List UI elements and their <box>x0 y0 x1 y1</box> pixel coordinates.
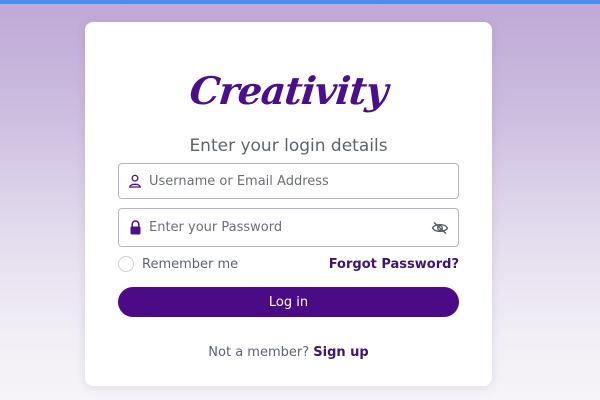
signup-prompt: Not a member? <box>208 345 310 360</box>
eye-slash-icon[interactable] <box>422 209 458 246</box>
page-subtitle: Enter your login details <box>189 136 388 156</box>
remember-me-radio[interactable] <box>118 256 134 272</box>
remember-me-label: Remember me <box>142 256 239 272</box>
username-input[interactable] <box>149 164 458 198</box>
top-accent-bar <box>0 0 600 4</box>
forgot-password-link[interactable]: Forgot Password? <box>329 257 459 272</box>
signup-link[interactable]: Sign up <box>313 345 368 360</box>
password-field[interactable] <box>118 208 459 247</box>
brand-logo: Creativity <box>187 68 390 113</box>
signup-line: Not a member? Sign up <box>85 345 492 360</box>
user-icon <box>119 164 149 198</box>
login-card: Creativity Enter your login details User… <box>85 22 492 386</box>
lock-icon <box>119 209 149 246</box>
password-input[interactable] <box>149 209 422 246</box>
username-field[interactable] <box>118 163 459 199</box>
login-button[interactable]: Log in <box>118 287 459 317</box>
remember-me-checkbox[interactable]: Remember me <box>118 256 238 272</box>
